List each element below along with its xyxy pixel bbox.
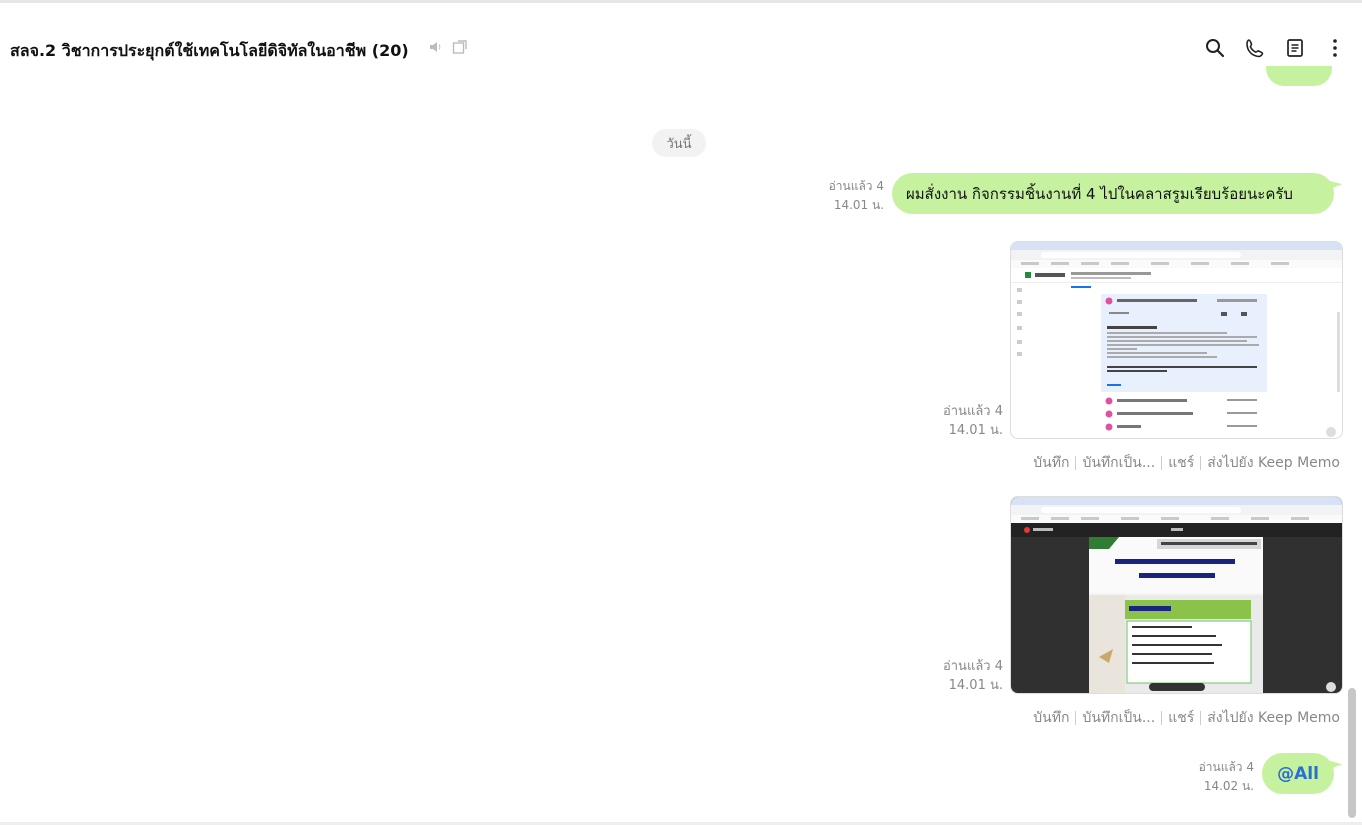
save-as-button[interactable]: บันทึกเป็น... <box>1082 452 1155 474</box>
save-button[interactable]: บันทึก <box>1033 707 1069 729</box>
mention-all[interactable]: @All <box>1277 764 1319 784</box>
title-icons <box>428 39 468 59</box>
message-meta: อ่านแล้ว 4 14.01 น. <box>829 177 884 215</box>
bubble-tail <box>1325 174 1343 190</box>
save-as-button[interactable]: บันทึกเป็น... <box>1082 707 1155 729</box>
popout-window-icon[interactable] <box>452 39 468 59</box>
bubble-tail <box>1325 754 1343 770</box>
read-receipt: อ่านแล้ว 4 <box>1198 760 1254 774</box>
divider <box>1075 711 1077 725</box>
read-receipt: อ่านแล้ว 4 <box>942 659 1003 674</box>
speaker-muted-icon[interactable] <box>428 39 444 59</box>
image-actions: บันทึก บันทึกเป็น... แชร์ ส่งไปยัง Keep … <box>1033 707 1340 729</box>
divider <box>1161 456 1163 470</box>
image-actions: บันทึก บันทึกเป็น... แชร์ ส่งไปยัง Keep … <box>1033 452 1340 474</box>
send-to-keep-memo-button[interactable]: ส่งไปยัง Keep Memo <box>1207 452 1340 474</box>
message-meta: อ่านแล้ว 4 14.01 น. <box>943 657 1003 695</box>
save-button[interactable]: บันทึก <box>1033 452 1069 474</box>
divider <box>1200 711 1202 725</box>
chat-header: สลจ.2 วิชาการประยุกต์ใช้เทคโนโลยีดิจิทัล… <box>0 3 1362 87</box>
read-receipt: อ่านแล้ว 4 <box>828 179 884 193</box>
chat-title: สลจ.2 วิชาการประยุกต์ใช้เทคโนโลยีดิจิทัล… <box>10 41 409 60</box>
message-time: 14.01 น. <box>948 678 1003 693</box>
divider <box>1161 711 1163 725</box>
share-button[interactable]: แชร์ <box>1168 452 1194 474</box>
read-receipt: อ่านแล้ว 4 <box>942 404 1003 419</box>
divider <box>1075 456 1077 470</box>
date-separator: วันนี้ <box>652 129 706 157</box>
previous-message-bubble <box>1266 66 1332 86</box>
image-message-slides[interactable] <box>1010 496 1343 694</box>
image-message-classroom[interactable] <box>1010 241 1343 439</box>
message-meta: อ่านแล้ว 4 14.02 น. <box>1199 758 1254 796</box>
message-text: ผมสั่งงาน กิจกรรมชิ้นงานที่ 4 ไปในคลาสรู… <box>906 184 1293 203</box>
message-bubble[interactable]: @All <box>1262 753 1343 794</box>
message-bubble[interactable]: ผมสั่งงาน กิจกรรมชิ้นงานที่ 4 ไปในคลาสรู… <box>892 173 1343 214</box>
scrollbar[interactable] <box>1348 688 1356 818</box>
notes-icon[interactable] <box>1284 37 1306 59</box>
share-button[interactable]: แชร์ <box>1168 707 1194 729</box>
classroom-screenshot-image <box>1011 242 1342 437</box>
more-vertical-icon[interactable] <box>1324 37 1346 59</box>
message-meta: อ่านแล้ว 4 14.01 น. <box>943 402 1003 440</box>
header-actions <box>1204 37 1346 59</box>
message-time: 14.01 น. <box>948 423 1003 438</box>
divider <box>1200 456 1202 470</box>
send-to-keep-memo-button[interactable]: ส่งไปยัง Keep Memo <box>1207 707 1340 729</box>
slides-screenshot-image <box>1011 497 1342 693</box>
message-time: 14.01 น. <box>833 198 884 212</box>
message-time: 14.02 น. <box>1203 779 1254 793</box>
phone-icon[interactable] <box>1244 37 1266 59</box>
search-icon[interactable] <box>1204 37 1226 59</box>
